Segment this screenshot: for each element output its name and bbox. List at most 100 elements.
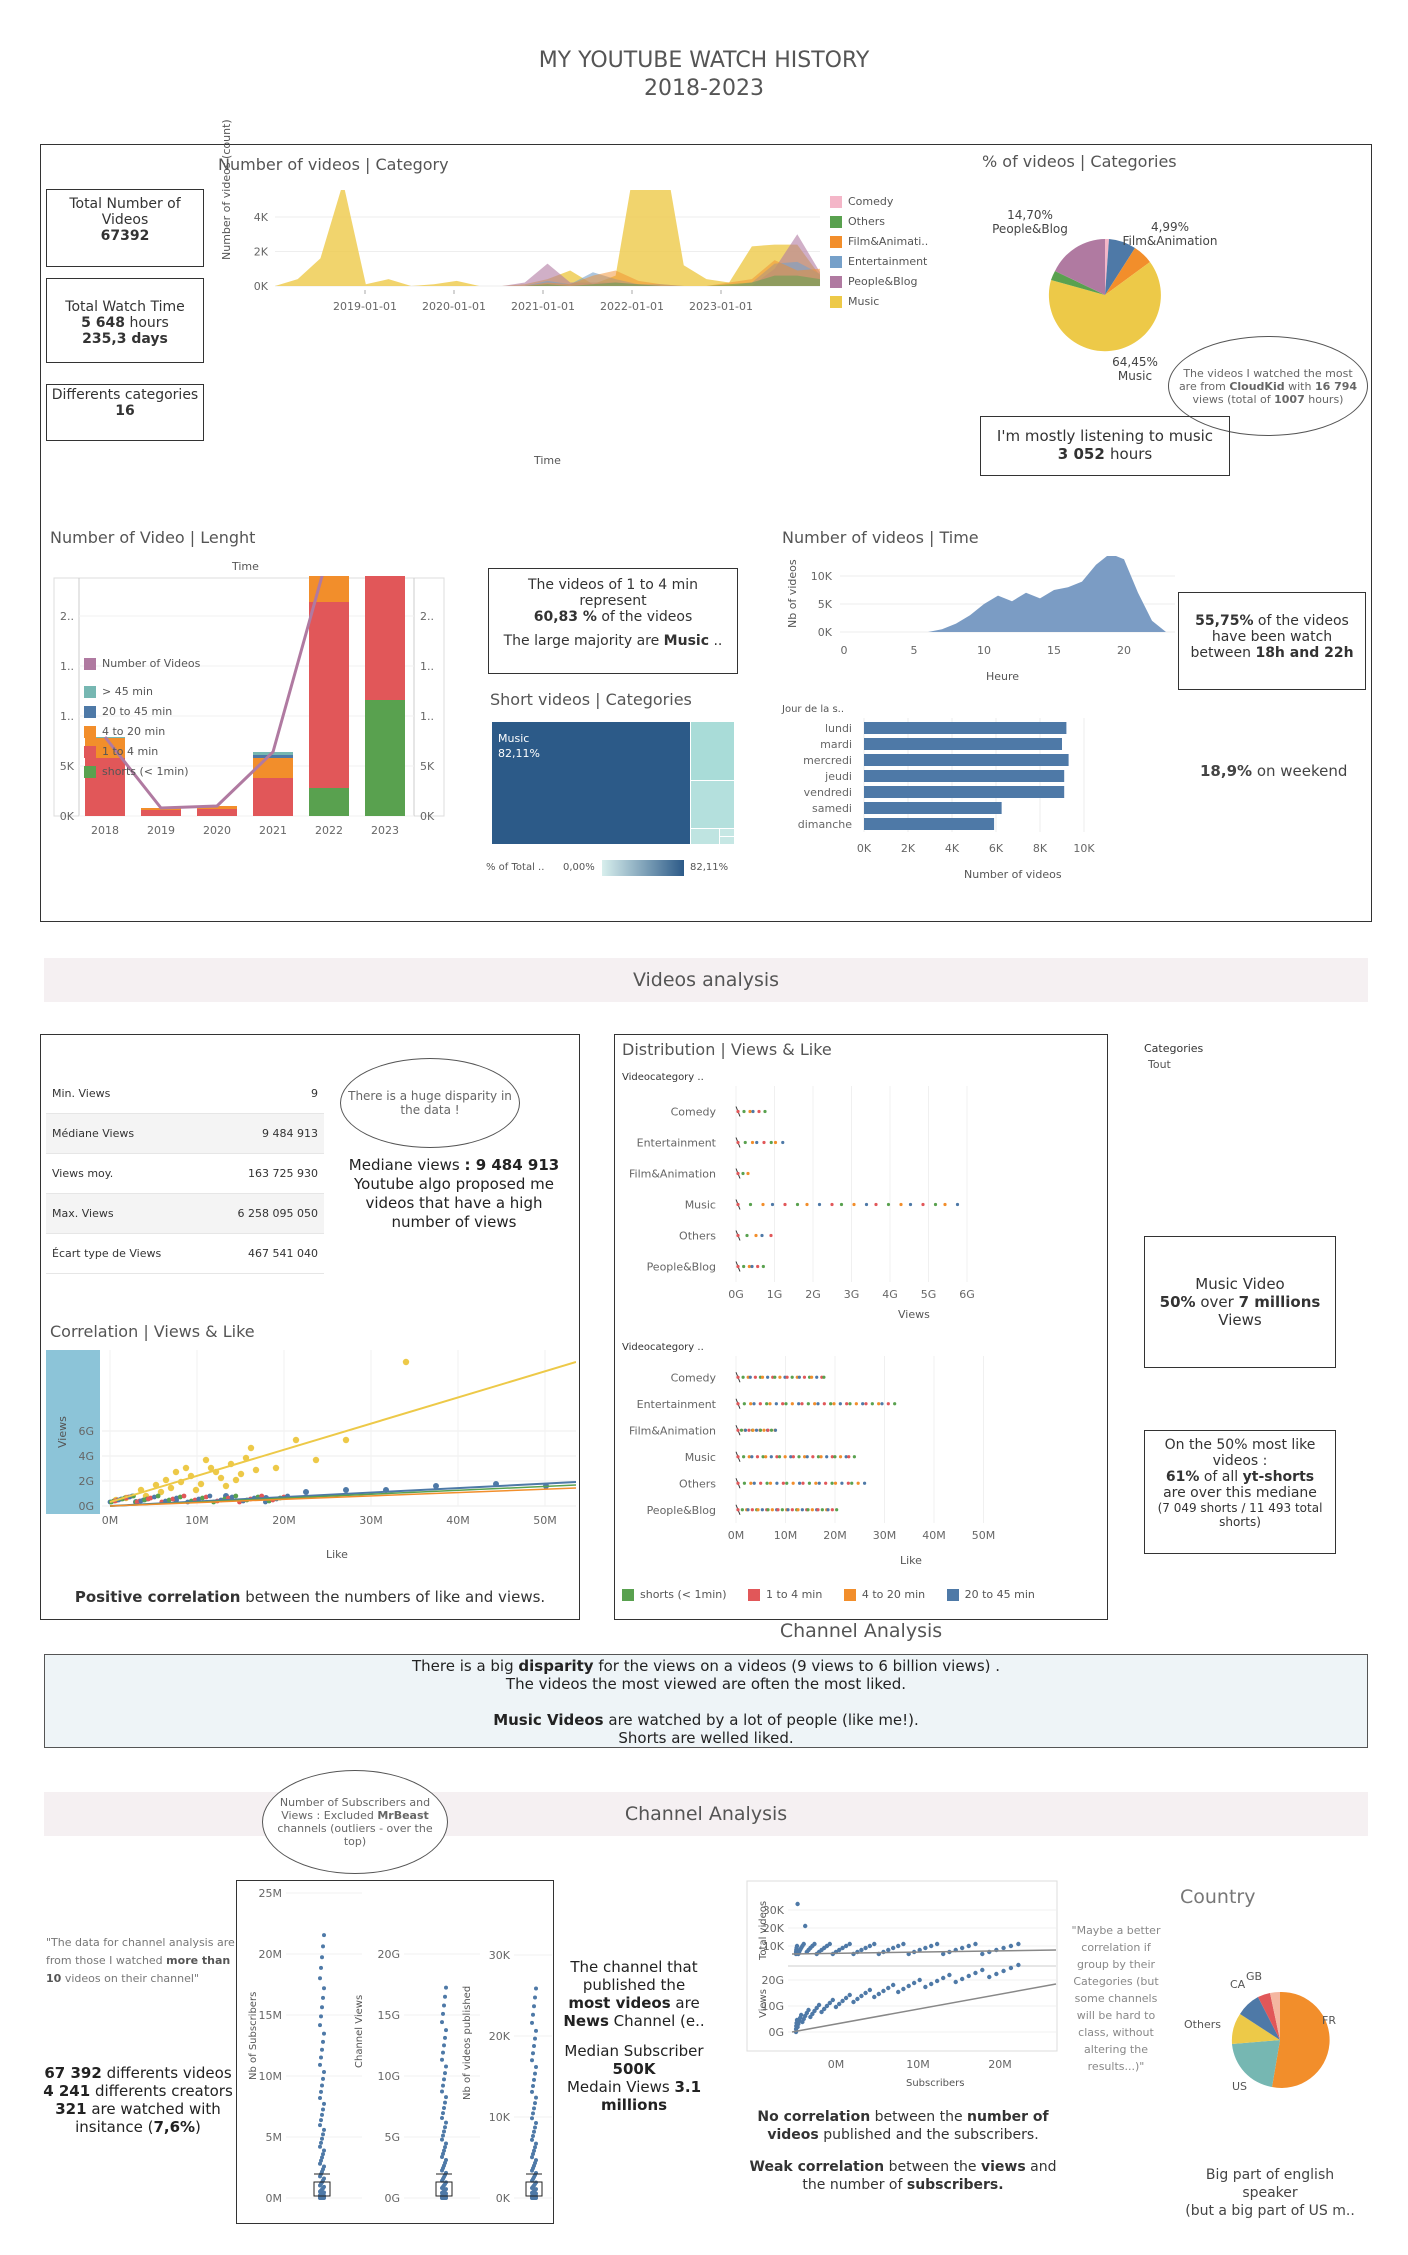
strip-point	[785, 1481, 789, 1485]
box-point	[442, 2077, 446, 2082]
scatter-point	[272, 1464, 280, 1472]
category-filter-value[interactable]: Tout	[1148, 1058, 1203, 1071]
strip-point	[736, 1402, 740, 1406]
strip-point	[796, 1508, 800, 1512]
tick-label: 0K	[818, 626, 833, 639]
box-point	[319, 2089, 323, 2094]
tick-label: 4G	[882, 1288, 898, 1301]
hour-area-chart: 0K 5K 10K 0 5 10 15 20	[811, 556, 1175, 657]
strip-point	[749, 1481, 753, 1485]
strip-point	[833, 1481, 838, 1485]
box-point	[322, 2164, 326, 2169]
strip-point	[739, 1428, 744, 1432]
box-point	[321, 2039, 325, 2044]
box-point	[320, 2136, 324, 2141]
country-label-fr: FR	[1322, 2014, 1336, 2027]
box-point	[441, 2083, 445, 2088]
channel-point	[953, 1979, 958, 1985]
tick-label: 0G	[384, 2192, 400, 2205]
boxplot-pub-label: Nb of videos published	[462, 1985, 473, 2100]
box-point	[318, 1976, 322, 1981]
mrbeast-bubble: Number of Subscribers and Views : Exclud…	[262, 1770, 448, 1874]
scatter-point	[343, 1487, 349, 1493]
box-point	[530, 2137, 534, 2142]
like-note-l1: On the 50% most like	[1164, 1437, 1316, 1453]
trend-line	[791, 1949, 1057, 1955]
strip-point	[758, 1402, 762, 1406]
strip-point	[797, 1402, 801, 1406]
strip-point	[838, 1402, 842, 1406]
box-point	[533, 2036, 537, 2041]
hour-note-l3: between	[1190, 645, 1251, 661]
channel-point	[798, 2012, 804, 2018]
treemap-music-label: Music	[498, 732, 530, 745]
channel-point	[928, 1981, 934, 1987]
country-label-us: US	[1232, 2080, 1248, 2093]
music-note-l4: Views	[1218, 1311, 1262, 1329]
tick-label: 10M	[259, 2070, 283, 2083]
box-point	[442, 2129, 446, 2134]
tick-label: 0K	[60, 810, 75, 823]
channel-point	[881, 1988, 886, 1994]
length-bar-segment	[365, 576, 405, 700]
category-xlabel: Time	[534, 454, 561, 467]
year-label: 2020	[203, 824, 231, 837]
strip-point	[736, 1428, 740, 1432]
median-l4: number of views	[391, 1213, 517, 1231]
strip-point	[760, 1508, 764, 1512]
strip-point	[759, 1481, 763, 1485]
distribution-legend: shorts (< 1min) 1 to 4 min 4 to 20 min 2…	[622, 1588, 1035, 1601]
length-note-l4: The large majority are	[503, 633, 660, 649]
country-title: Country	[1180, 1886, 1256, 1908]
strip-point	[826, 1508, 830, 1512]
strip-point	[776, 1508, 780, 1512]
tick-label: 6G	[78, 1425, 94, 1438]
strip-point	[797, 1375, 801, 1379]
legend-1-4: 1 to 4 min	[84, 742, 200, 762]
tick-label: 4G	[78, 1450, 94, 1463]
length-note: The videos of 1 to 4 min represent 60,83…	[488, 568, 738, 674]
strip-point	[791, 1481, 795, 1485]
stats-row: Médiane Views 9 484 913	[46, 1113, 324, 1154]
tick-label: 0M	[102, 1514, 119, 1527]
channel-point	[1008, 1943, 1014, 1949]
box-point	[320, 2112, 324, 2117]
category-filter[interactable]: Categories Tout	[1144, 1042, 1203, 1071]
channel-point	[812, 1941, 817, 1947]
tick-label: 20	[1117, 644, 1131, 657]
like-note-l6: (7 049 shorts / 11 493 total shorts)	[1157, 1501, 1323, 1529]
strip-point	[747, 1428, 751, 1432]
box-point	[531, 2051, 535, 2056]
tick-label: 2022-01-01	[600, 300, 664, 313]
length-bar-segment	[365, 700, 405, 816]
strip-point	[748, 1375, 752, 1379]
channel-note: The channel that published the most vide…	[563, 1958, 705, 2114]
videos-analysis-band: Videos analysis	[44, 958, 1368, 1002]
strip-point	[766, 1508, 770, 1512]
tick-label: 4K	[945, 842, 960, 855]
strip-point	[762, 1428, 766, 1432]
channel-point	[830, 1997, 835, 2003]
trend-line	[791, 1983, 1057, 2033]
channel-point	[1001, 1968, 1006, 1974]
scatter-point	[167, 1484, 175, 1492]
correlation-title: Correlation | Views & Like	[50, 1322, 255, 1341]
hour-ylabel: Nb of videos	[786, 559, 799, 628]
box-point	[530, 2058, 534, 2063]
channel-point	[859, 1993, 864, 1999]
box-point	[442, 2148, 446, 2153]
channel-point	[994, 1971, 999, 1977]
box-point	[444, 1985, 448, 1990]
strip-point	[752, 1402, 756, 1406]
hour-note-l2: have been watch	[1211, 629, 1333, 645]
strip-point	[742, 1402, 746, 1406]
box-point	[322, 2101, 326, 2106]
hour-note-l1: of the videos	[1257, 613, 1349, 629]
tick-label: 20G	[761, 1974, 784, 1987]
legend-dist-shorts: shorts (< 1min)	[622, 1588, 727, 1601]
scatter-point	[145, 1496, 151, 1502]
page-subtitle: 2018-2023	[644, 76, 764, 101]
strip-point	[781, 1140, 785, 1145]
scatter-point	[222, 1482, 230, 1490]
length-chart-title: Number of Video | Lenght	[50, 528, 256, 547]
